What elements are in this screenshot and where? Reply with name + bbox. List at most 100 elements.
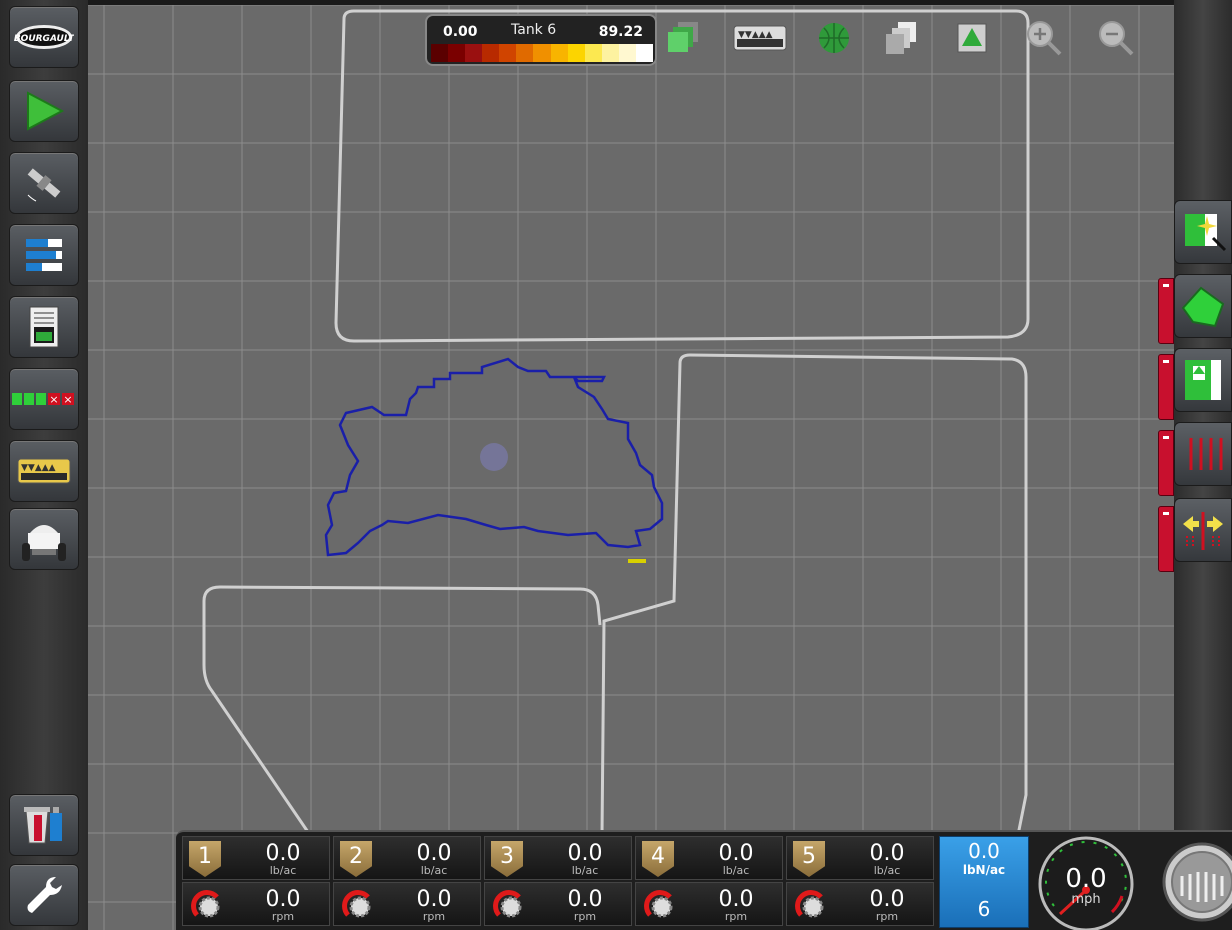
speed-value: 0.0 xyxy=(1065,864,1107,894)
section-speed-value: 0.0 xyxy=(416,887,452,912)
field-polygon-icon xyxy=(1181,286,1225,328)
bourgault-logo-button[interactable]: BOURGAULT xyxy=(9,6,79,68)
boundary-southwest xyxy=(202,585,602,836)
section-rate-cell[interactable]: 3 0.0 lb/ac xyxy=(484,836,632,880)
legend-min: 0.00 xyxy=(443,24,478,40)
report-button[interactable] xyxy=(9,296,79,358)
section-rate-unit: lb/ac xyxy=(571,864,599,877)
legend-color-swatch xyxy=(431,44,449,62)
tank-config-button[interactable]: ▼▼▲▲▲ xyxy=(732,18,788,58)
nudge-arrows-icon xyxy=(1183,512,1223,550)
section-speed-unit: rpm xyxy=(422,910,446,923)
speedometer[interactable]: 0.0 mph xyxy=(1034,832,1138,930)
product-status-button[interactable] xyxy=(9,224,79,286)
boundary-east xyxy=(678,353,1028,836)
row-guidance-button[interactable] xyxy=(1174,422,1232,486)
tank6-number: 6 xyxy=(977,897,991,921)
implement-marker xyxy=(628,559,646,563)
tank-section-5[interactable]: 5 0.0 lb/ac 0.0 rpm xyxy=(786,834,934,928)
field-area-button[interactable] xyxy=(1174,274,1232,338)
layers-button[interactable] xyxy=(664,18,704,58)
zoom-out-icon xyxy=(1099,21,1134,56)
meter-gear-icon xyxy=(191,890,220,918)
section-rate-unit: lb/ac xyxy=(269,864,297,877)
section-rate-cell[interactable]: 4 0.0 lb/ac xyxy=(635,836,783,880)
field-map[interactable] xyxy=(88,5,1174,930)
settings-button[interactable] xyxy=(9,864,79,926)
section-speed-value: 0.0 xyxy=(567,887,603,912)
svg-text:▼▼▲▲▲: ▼▼▲▲▲ xyxy=(21,463,56,473)
trash-usb-icon xyxy=(24,807,62,844)
boundary-edit-button[interactable] xyxy=(1174,200,1232,264)
section-speed-cell[interactable]: 0.0 rpm xyxy=(484,882,632,926)
map-edit-icon xyxy=(1185,214,1227,252)
field-grid-button[interactable] xyxy=(952,18,992,58)
nudge-button[interactable] xyxy=(1174,498,1232,562)
guidance-button[interactable] xyxy=(9,80,79,142)
row-guidance-tab[interactable] xyxy=(1158,430,1174,496)
legend-color-swatch xyxy=(448,44,466,62)
tank-section-3[interactable]: 3 0.0 lb/ac 0.0 rpm xyxy=(484,834,632,928)
zoom-in-button[interactable] xyxy=(1024,18,1064,58)
legend-color-swatch xyxy=(601,44,619,62)
tank-rate-legend[interactable]: 0.00 Tank 6 89.22 xyxy=(425,14,657,66)
stack-button[interactable] xyxy=(882,18,922,58)
section-number: 1 xyxy=(189,841,221,877)
section-rate-cell[interactable]: 1 0.0 lb/ac xyxy=(182,836,330,880)
section-control-button[interactable]: × × xyxy=(9,368,79,430)
field-area-tab[interactable] xyxy=(1158,278,1174,344)
meter-gear-icon xyxy=(795,890,824,918)
section-rate-value: 0.0 xyxy=(869,841,905,866)
section-speed-value: 0.0 xyxy=(265,887,301,912)
report-document-icon xyxy=(29,306,59,348)
zoom-out-button[interactable] xyxy=(1096,18,1136,58)
app-root: 0.00 Tank 6 89.22 ▼▼▲▲▲ BOURGAULT × × ▼▼… xyxy=(0,0,1232,930)
section-speed-unit: rpm xyxy=(875,910,899,923)
legend-color-swatch xyxy=(618,44,636,62)
legend-color-swatch xyxy=(465,44,483,62)
section-speed-cell[interactable]: 0.0 rpm xyxy=(182,882,330,926)
nudge-tab[interactable] xyxy=(1158,506,1174,572)
tractor-button[interactable] xyxy=(9,508,79,570)
headland-tab[interactable] xyxy=(1158,354,1174,420)
tank-control-button[interactable]: ▼▼▲▲▲ xyxy=(9,440,79,502)
field-grid-icon xyxy=(957,23,987,53)
tank-section-2[interactable]: 2 0.0 lb/ac 0.0 rpm xyxy=(333,834,481,928)
section-speed-unit: rpm xyxy=(724,910,748,923)
section-speed-cell[interactable]: 0.0 rpm xyxy=(786,882,934,926)
right-toolbar xyxy=(1174,0,1232,930)
usb-export-button[interactable] xyxy=(9,794,79,856)
headland-button[interactable] xyxy=(1174,348,1232,412)
section-number: 5 xyxy=(793,841,825,877)
status-bars-icon xyxy=(26,239,62,271)
steering-button[interactable] xyxy=(1160,836,1232,926)
legend-color-swatch xyxy=(533,44,551,62)
zoom-in-icon xyxy=(1027,21,1062,56)
section-rate-cell[interactable]: 2 0.0 lb/ac xyxy=(333,836,481,880)
tank-section-1[interactable]: 1 0.0 lb/ac 0.0 rpm xyxy=(182,834,330,928)
gps-button[interactable] xyxy=(9,152,79,214)
tank6-status[interactable]: 0.0 lbN/ac 6 xyxy=(939,836,1029,928)
tank-section-4[interactable]: 4 0.0 lb/ac 0.0 rpm xyxy=(635,834,783,928)
section-rate-unit: lb/ac xyxy=(420,864,448,877)
section-speed-cell[interactable]: 0.0 rpm xyxy=(333,882,481,926)
section-speed-unit: rpm xyxy=(573,910,597,923)
legend-color-swatch xyxy=(482,44,500,62)
meter-gear-icon xyxy=(493,890,522,918)
section-number: 2 xyxy=(340,841,372,877)
globe-button[interactable] xyxy=(814,18,854,58)
section-rate-value: 0.0 xyxy=(265,841,301,866)
section-speed-value: 0.0 xyxy=(718,887,754,912)
section-rate-cell[interactable]: 5 0.0 lb/ac xyxy=(786,836,934,880)
stack-icon xyxy=(886,22,916,54)
globe-icon xyxy=(819,23,849,53)
tank-config-icon: ▼▼▲▲▲ xyxy=(733,25,787,51)
legend-color-swatch xyxy=(635,44,654,62)
svg-text:×: × xyxy=(49,393,58,406)
tank-meters-icon: ▼▼▲▲▲ xyxy=(17,458,71,484)
logo-text: BOURGAULT xyxy=(14,34,74,44)
air-cart-icon xyxy=(22,525,66,561)
speed-unit: mph xyxy=(1071,892,1101,907)
section-speed-cell[interactable]: 0.0 rpm xyxy=(635,882,783,926)
section-rate-value: 0.0 xyxy=(718,841,754,866)
